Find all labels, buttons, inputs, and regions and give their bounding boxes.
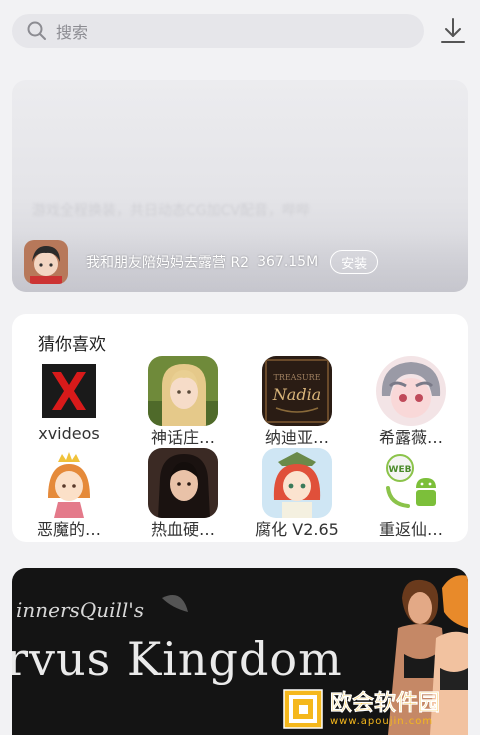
app-item[interactable]: 热血硬… <box>126 448 240 540</box>
app-label: 重返仙… <box>378 520 443 539</box>
blonde-girl-icon <box>148 356 218 426</box>
app-item[interactable]: 腐化 V2.65 <box>240 448 354 540</box>
promo-title: rvus Kingdom <box>12 632 343 686</box>
download-icon <box>441 18 465 43</box>
app-item[interactable]: WEB 重返仙… <box>354 448 468 540</box>
watermark: 欧会软件园 www.apoujin.com <box>282 686 472 732</box>
app-label: 希露薇… <box>378 428 443 447</box>
app-label: 纳迪亚… <box>264 428 329 447</box>
app-item[interactable]: 恶魔的… <box>12 448 126 540</box>
search-icon <box>27 21 46 40</box>
banner-app-size: 367.15M <box>257 254 319 270</box>
xvideos-logo-icon <box>34 356 104 426</box>
watermark-text-block: 欧会软件园 www.apoujin.com <box>330 690 441 727</box>
app-label: 神话庄… <box>150 428 215 447</box>
download-button[interactable] <box>438 14 468 48</box>
avatar <box>24 240 68 284</box>
app-label: 腐化 V2.65 <box>255 520 339 539</box>
search-placeholder: 搜索 <box>56 23 89 42</box>
search-row: 搜索 <box>0 0 480 60</box>
banner-app-row: 我和朋友陪妈妈去露营 R2 367.15M 安装 <box>12 232 468 292</box>
recommend-title: 猜你喜欢 <box>38 335 106 355</box>
princess-icon <box>34 448 104 518</box>
app-label: 热血硬… <box>150 520 215 539</box>
svg-text:TREASURE: TREASURE <box>273 373 320 382</box>
nadia-logo-icon: TREASURE Nadia <box>262 356 332 426</box>
recommend-card: 猜你喜欢 xvideos 神话庄… TREASURE Nadia 纳迪亚… 希露… <box>12 314 468 542</box>
dark-hair-girl-icon <box>148 448 218 518</box>
watermark-text: 欧会软件园 <box>330 690 441 716</box>
android-web-icon: WEB <box>376 448 446 518</box>
banner-app-title: 我和朋友陪妈妈去露营 R2 <box>86 255 250 271</box>
install-button[interactable]: 安装 <box>330 250 379 274</box>
app-label: 恶魔的… <box>36 520 101 539</box>
anime-girl-icon <box>376 356 446 426</box>
red-hair-girl-icon <box>262 448 332 518</box>
search-bar[interactable]: 搜索 <box>12 14 424 48</box>
app-label: xvideos <box>38 424 100 443</box>
banner-description: 游戏全程换装，共日动态CG加CV配音，哔哔 <box>32 203 310 219</box>
svg-text:Nadia: Nadia <box>272 385 321 404</box>
app-item[interactable]: 神话庄… <box>126 356 240 448</box>
svg-text:WEB: WEB <box>389 465 412 475</box>
promo-subtitle: innersQuill's <box>16 598 145 622</box>
watermark-url: www.apoujin.com <box>330 715 434 727</box>
app-item[interactable]: xvideos <box>12 356 126 448</box>
app-item[interactable]: 希露薇… <box>354 356 468 448</box>
featured-banner[interactable]: 游戏全程换装，共日动态CG加CV配音，哔哔 我和朋友陪妈妈去露营 R2 367.… <box>12 80 468 292</box>
watermark-logo-icon <box>283 689 323 729</box>
app-item[interactable]: TREASURE Nadia 纳迪亚… <box>240 356 354 448</box>
